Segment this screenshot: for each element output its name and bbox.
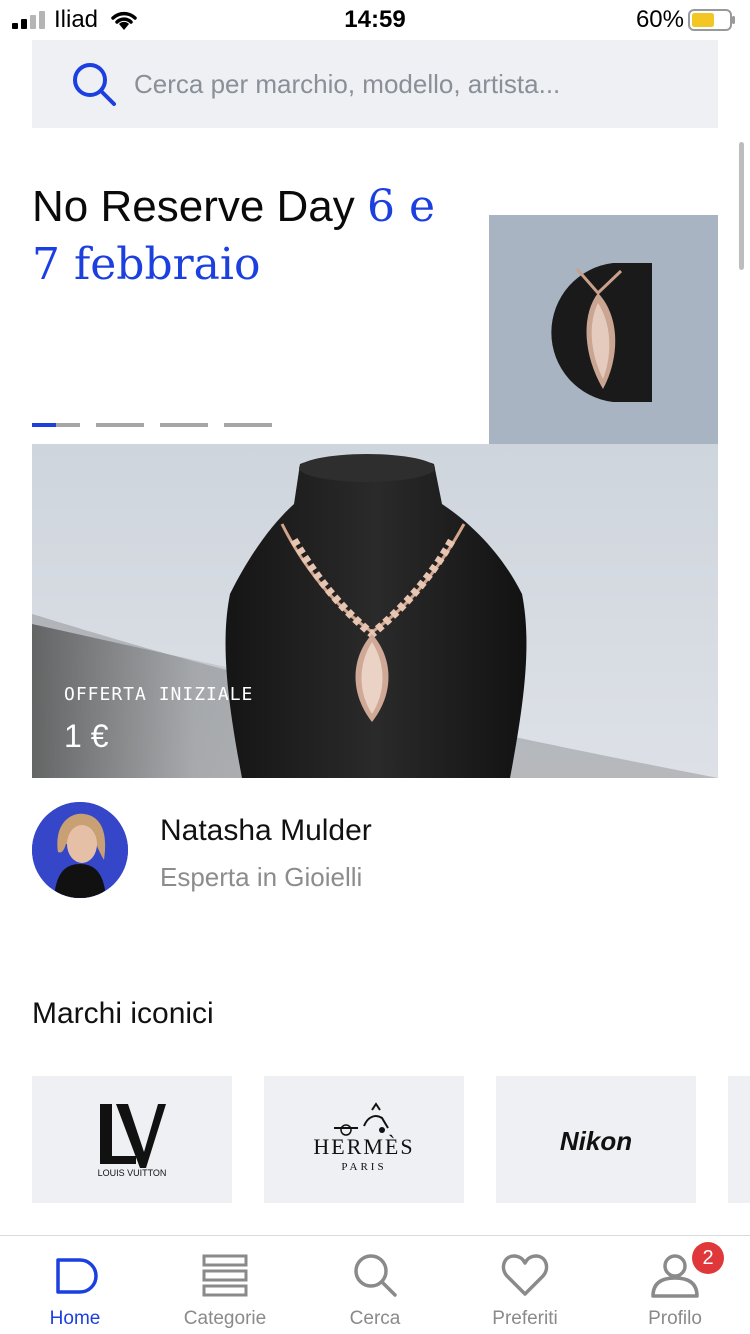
hero-title[interactable]: No Reserve Day 6 e 7 febbraio: [32, 178, 472, 294]
hero-thumbnail[interactable]: [489, 215, 718, 444]
status-bar: Iliad 14:59 60%: [0, 0, 750, 40]
tab-label-profile: Profilo: [648, 1308, 702, 1329]
tab-label-search: Cerca: [349, 1308, 401, 1329]
tab-search[interactable]: Cerca: [300, 1236, 450, 1334]
tab-label-categories: Categorie: [183, 1308, 267, 1329]
featured-lot-card[interactable]: OFFERTA INIZIALE 1 €: [32, 444, 718, 778]
expert-name[interactable]: Natasha Mulder: [160, 814, 372, 848]
louis-vuitton-logo: LOUIS VUITTON: [98, 1104, 167, 1178]
search-bar[interactable]: [32, 40, 718, 128]
necklace-thumbnail-image: [551, 263, 652, 402]
search-input[interactable]: [134, 64, 694, 104]
hermes-logo: HERMÈS PARIS: [313, 1102, 414, 1173]
expert-role: Esperta in Gioielli: [160, 862, 363, 892]
necklace-product-image: [32, 444, 718, 778]
tab-home[interactable]: Home: [0, 1236, 150, 1334]
offer-label: OFFERTA INIZIALE: [64, 684, 254, 705]
brand-card-hermes[interactable]: HERMÈS PARIS: [264, 1076, 464, 1203]
carousel-dot-2[interactable]: [96, 423, 144, 427]
nikon-logo-text: Nikon: [560, 1126, 632, 1156]
heart-icon: [501, 1254, 549, 1296]
nikon-logo: Nikon: [560, 1126, 632, 1156]
search-icon: [73, 63, 116, 106]
categories-icon: [202, 1254, 248, 1297]
brand-card-next[interactable]: [728, 1076, 750, 1203]
battery-percentage: 60%: [635, 6, 684, 33]
hero-title-text: No Reserve Day: [32, 182, 355, 231]
carousel-dot-3[interactable]: [160, 423, 208, 427]
scrollbar[interactable]: [739, 142, 744, 270]
tab-favorites[interactable]: Preferiti: [450, 1236, 600, 1334]
louis-vuitton-logo-text: LOUIS VUITTON: [98, 1168, 167, 1178]
bottom-tab-bar: Home Categorie Cerca Preferiti 2 Profilo: [0, 1235, 750, 1334]
home-icon: [56, 1258, 98, 1294]
brand-card-louis-vuitton[interactable]: LOUIS VUITTON: [32, 1076, 232, 1203]
carousel-dot-4[interactable]: [224, 423, 272, 427]
hermes-logo-text: HERMÈS: [313, 1134, 414, 1159]
tab-label-home: Home: [49, 1308, 101, 1329]
carousel-dot-1-progress: [32, 423, 56, 427]
brand-card-nikon[interactable]: Nikon: [496, 1076, 696, 1203]
tab-label-favorites: Preferiti: [492, 1308, 558, 1329]
search-icon: [354, 1254, 397, 1297]
expert-portrait-image: [32, 802, 128, 898]
hermes-logo-subtext: PARIS: [341, 1161, 386, 1173]
offer-price: 1 €: [64, 718, 109, 754]
tab-profile[interactable]: 2 Profilo: [600, 1236, 750, 1334]
notification-badge: 2: [692, 1242, 724, 1274]
tab-categories[interactable]: Categorie: [150, 1236, 300, 1334]
battery-icon: [688, 9, 735, 31]
section-title-brands: Marchi iconici: [32, 997, 214, 1030]
expert-avatar[interactable]: [32, 802, 128, 898]
